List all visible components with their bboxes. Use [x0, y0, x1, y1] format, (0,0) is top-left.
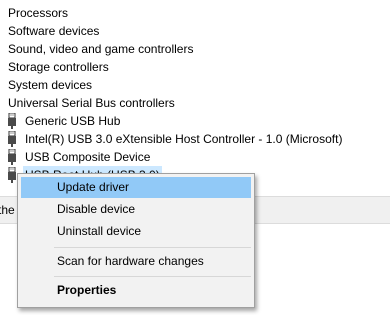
menu-item-label: Uninstall device [57, 224, 142, 238]
usb-plug-icon [8, 113, 16, 129]
tree-item-system-devices[interactable]: System devices [8, 76, 92, 94]
usb-plug-icon [8, 149, 16, 165]
menu-item-update-driver[interactable]: Update driver [21, 177, 251, 198]
tree-item-generic-usb-hub[interactable]: Generic USB Hub [0, 112, 390, 130]
tree-item-usb-composite-device[interactable]: USB Composite Device [0, 148, 390, 166]
menu-item-disable-device[interactable]: Disable device [21, 199, 251, 220]
menu-item-label: Update driver [57, 180, 130, 194]
menu-item-label: Disable device [57, 202, 136, 216]
context-menu: Update driver Disable device Uninstall d… [17, 173, 255, 308]
tree-item-processors[interactable]: Processors [8, 4, 68, 22]
tree-item-usb-controllers[interactable]: Universal Serial Bus controllers [8, 94, 175, 112]
menu-item-label: Properties [57, 283, 117, 297]
tree-item-label: Sound, video and game controllers [8, 42, 194, 56]
tree-item-label: Universal Serial Bus controllers [8, 96, 175, 110]
tree-item-label: Generic USB Hub [25, 114, 121, 128]
menu-separator [54, 247, 251, 248]
tree-item-label: Intel(R) USB 3.0 eXtensible Host Control… [25, 132, 343, 146]
menu-item-label: Scan for hardware changes [57, 254, 204, 268]
tree-item-software-devices[interactable]: Software devices [8, 22, 99, 40]
tree-item-label: Storage controllers [8, 60, 109, 74]
tree-item-sound-video-game[interactable]: Sound, video and game controllers [8, 40, 193, 58]
menu-separator [54, 276, 251, 277]
tree-item-label: System devices [8, 78, 93, 92]
menu-item-properties[interactable]: Properties [21, 280, 251, 301]
tree-item-intel-usb-host-controller[interactable]: Intel(R) USB 3.0 eXtensible Host Control… [0, 130, 390, 148]
usb-plug-icon [8, 131, 16, 147]
tree-item-label: Software devices [8, 24, 100, 38]
tree-item-label: Processors [8, 6, 69, 20]
usb-plug-icon [8, 167, 16, 183]
tree-item-storage-controllers[interactable]: Storage controllers [8, 58, 109, 76]
menu-item-scan-hardware-changes[interactable]: Scan for hardware changes [21, 251, 251, 272]
tree-item-label: USB Composite Device [25, 150, 151, 164]
menu-item-uninstall-device[interactable]: Uninstall device [21, 221, 251, 242]
